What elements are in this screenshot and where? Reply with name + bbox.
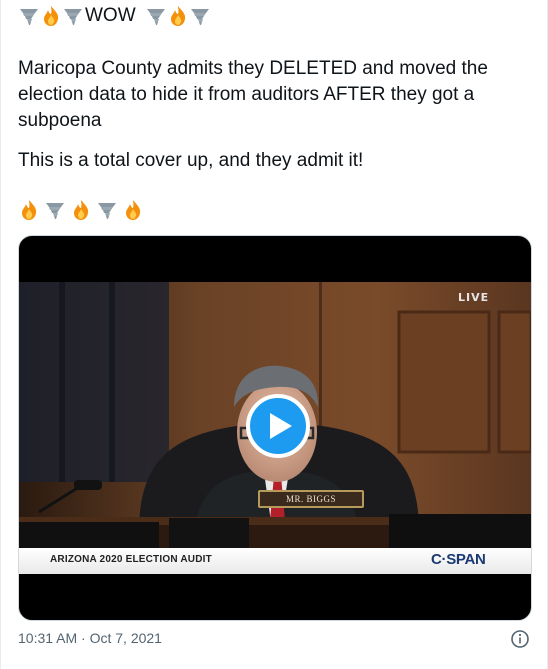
tornado-icon <box>96 199 118 221</box>
tornado-icon <box>62 5 84 27</box>
network-logo: C·SPAN <box>431 551 486 568</box>
fire-icon <box>122 199 144 221</box>
emoji-footer-row <box>18 199 144 221</box>
fire-icon <box>40 5 62 27</box>
tweet-timestamp[interactable]: 10:31 AM · Oct 7, 2021 <box>18 630 162 646</box>
emoji-header-row: WOW <box>18 5 211 27</box>
tornado-icon <box>18 5 40 27</box>
info-icon[interactable] <box>510 629 530 649</box>
banner-title: ARIZONA 2020 ELECTION AUDIT <box>50 554 212 565</box>
live-label: LIVE <box>458 291 490 304</box>
video-banner: ARIZONA 2020 ELECTION AUDIT C·SPAN <box>19 548 531 574</box>
tweet: WOW Maricopa County admits they DELETED … <box>0 0 548 669</box>
fire-icon <box>18 199 40 221</box>
tornado-icon <box>189 5 211 27</box>
play-icon <box>269 413 292 439</box>
play-button[interactable] <box>246 394 310 458</box>
fire-icon <box>167 5 189 27</box>
left-border <box>0 0 1 669</box>
video-player[interactable]: LIVE MR. BIGGS ARIZONA 2020 ELECTION AUD… <box>18 235 532 621</box>
tornado-icon <box>44 199 66 221</box>
nameplate: MR. BIGGS <box>258 490 364 508</box>
tornado-icon <box>145 5 167 27</box>
tweet-body-paragraph-1: Maricopa County admits they DELETED and … <box>18 58 488 131</box>
wow-word: WOW <box>85 5 136 26</box>
fire-icon <box>70 199 92 221</box>
tweet-body-paragraph-2: This is a total cover up, and they admit… <box>18 150 364 171</box>
